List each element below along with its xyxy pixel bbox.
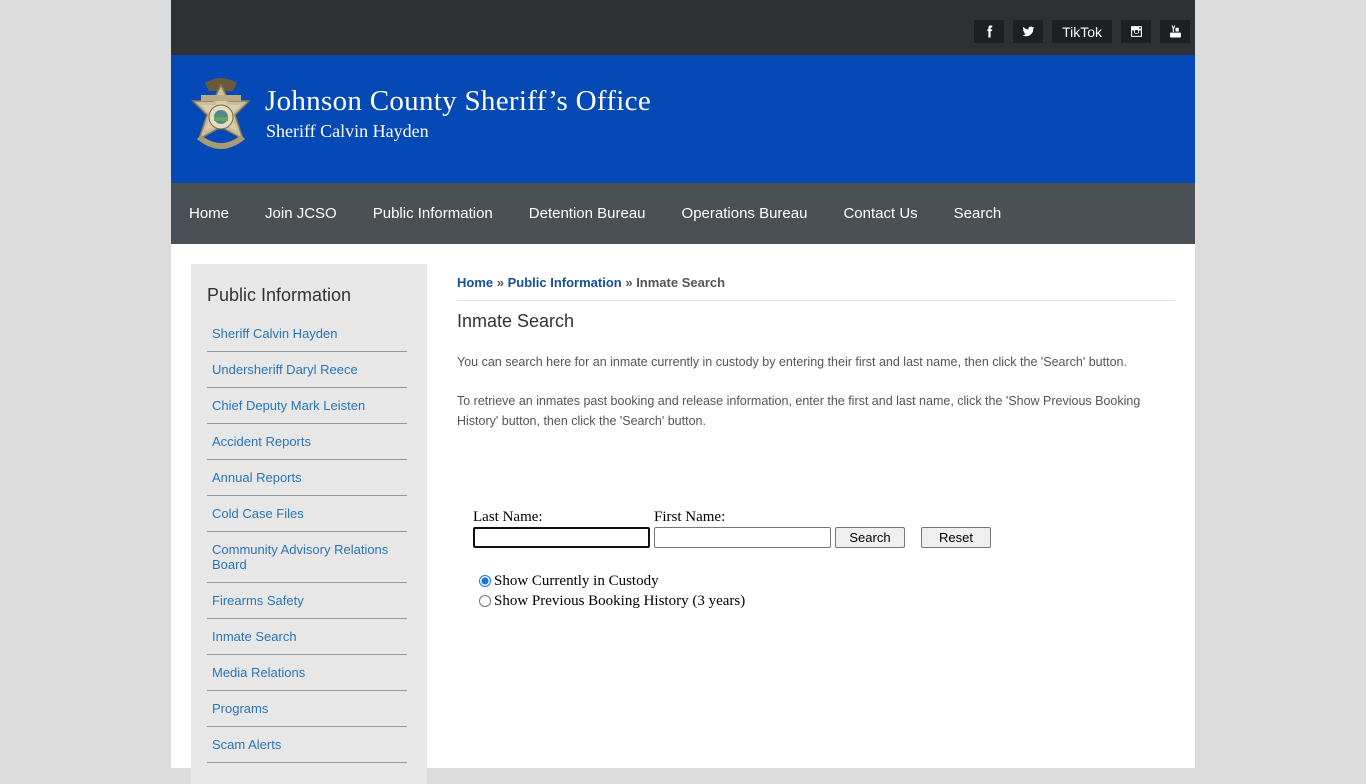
instagram-icon [1130,26,1142,37]
sidebar-link-programs[interactable]: Programs [212,701,268,716]
sidebar-item: Sheriff Calvin Hayden [207,324,407,352]
nav-detention-bureau[interactable]: Detention Bureau [511,205,664,222]
search-button[interactable]: Search [835,527,905,548]
sidebar-item: Accident Reports [207,424,407,460]
sidebar-link-cold-case-files[interactable]: Cold Case Files [212,506,304,521]
sidebar-item: Chief Deputy Mark Leisten [207,388,407,424]
sidebar-link-undersheriff[interactable]: Undersheriff Daryl Reece [212,362,358,377]
facebook-icon [986,25,992,38]
nav-operations-bureau[interactable]: Operations Bureau [664,205,826,222]
site-banner: Johnson County Sheriff’s Office Sheriff … [171,55,1195,183]
sheriff-badge-logo[interactable] [187,73,255,163]
nav-join-jcso[interactable]: Join JCSO [247,205,355,222]
radio-history-label: Show Previous Booking History (3 years) [494,592,746,609]
radio-current-label: Show Currently in Custody [494,572,659,589]
sidebar-item: Community Advisory Relations Board [207,532,407,583]
field-row: Search Reset [473,527,991,548]
sidebar-link-scam-alerts[interactable]: Scam Alerts [212,737,281,752]
sidebar-item: Scam Alerts [207,727,407,763]
first-name-input[interactable] [654,527,831,548]
sidebar-item: Annual Reports [207,460,407,496]
sidebar-link-firearms-safety[interactable]: Firearms Safety [212,593,304,608]
radio-history-option[interactable]: Show Previous Booking History (3 years) [477,591,991,611]
sidebar-item: Programs [207,691,407,727]
main-nav: Home Join JCSO Public Information Detent… [171,183,1195,244]
sidebar-link-inmate-search[interactable]: Inmate Search [212,629,297,644]
breadcrumb-public-information[interactable]: Public Information [508,275,622,290]
radio-previous-booking-history[interactable] [479,595,491,607]
sidebar-item: Cold Case Files [207,496,407,532]
breadcrumb-current: Inmate Search [636,275,726,290]
youtube-link[interactable] [1160,20,1190,43]
sidebar-link-sheriff[interactable]: Sheriff Calvin Hayden [212,326,338,341]
sidebar-link-annual-reports[interactable]: Annual Reports [212,470,302,485]
intro-paragraph: You can search here for an inmate curren… [457,355,1127,369]
top-bar: TikTok [171,0,1195,55]
sidebar-link-community-advisory[interactable]: Community Advisory Relations Board [212,542,388,572]
sidebar-item: Firearms Safety [207,583,407,619]
sidebar-link-media-relations[interactable]: Media Relations [212,665,305,680]
sidebar-list: Sheriff Calvin Hayden Undersheriff Daryl… [207,324,407,763]
field-labels: Last Name: First Name: [473,509,991,526]
page: TikTok Johnson County Sheriff’s Office S… [171,0,1195,784]
radio-current-option[interactable]: Show Currently in Custody [477,571,991,591]
youtube-icon [1169,25,1181,38]
breadcrumb-separator: » [621,275,637,290]
sidebar-item: Undersheriff Daryl Reece [207,352,407,388]
search-mode-options: Show Currently in Custody Show Previous … [477,571,991,611]
last-name-input[interactable] [473,527,650,548]
radio-current-in-custody[interactable] [479,575,491,587]
breadcrumb: Home » Public Information » Inmate Searc… [457,275,1175,301]
facebook-link[interactable] [974,20,1005,43]
sidebar-item: Inmate Search [207,619,407,655]
sidebar-link-chief-deputy[interactable]: Chief Deputy Mark Leisten [212,398,365,413]
breadcrumb-separator: » [493,275,508,290]
history-paragraph: To retrieve an inmates past booking and … [457,394,1141,428]
last-name-label: Last Name: [473,509,543,525]
nav-search[interactable]: Search [936,205,1020,222]
first-name-label: First Name: [654,509,726,525]
sidebar-item: Media Relations [207,655,407,691]
nav-home[interactable]: Home [171,205,247,222]
sidebar-link-accident-reports[interactable]: Accident Reports [212,434,311,449]
main-content: Home » Public Information » Inmate Searc… [457,264,1175,609]
nav-contact-us[interactable]: Contact Us [825,205,935,222]
social-links: TikTok [974,20,1190,43]
page-title: Inmate Search [457,311,575,331]
instagram-link[interactable] [1121,20,1151,43]
sidebar: Public Information Sheriff Calvin Hayden… [191,264,427,784]
twitter-icon [1022,26,1035,37]
tiktok-link[interactable]: TikTok [1052,20,1112,43]
site-subtitle: Sheriff Calvin Hayden [266,121,429,141]
reset-button[interactable]: Reset [921,527,991,548]
twitter-link[interactable] [1013,20,1044,43]
sidebar-heading: Public Information [207,285,352,305]
inmate-search-form: Last Name: First Name: Search Reset Show… [473,509,991,611]
nav-public-information[interactable]: Public Information [355,205,511,222]
site-title[interactable]: Johnson County Sheriff’s Office [265,85,651,118]
breadcrumb-home[interactable]: Home [457,275,493,290]
